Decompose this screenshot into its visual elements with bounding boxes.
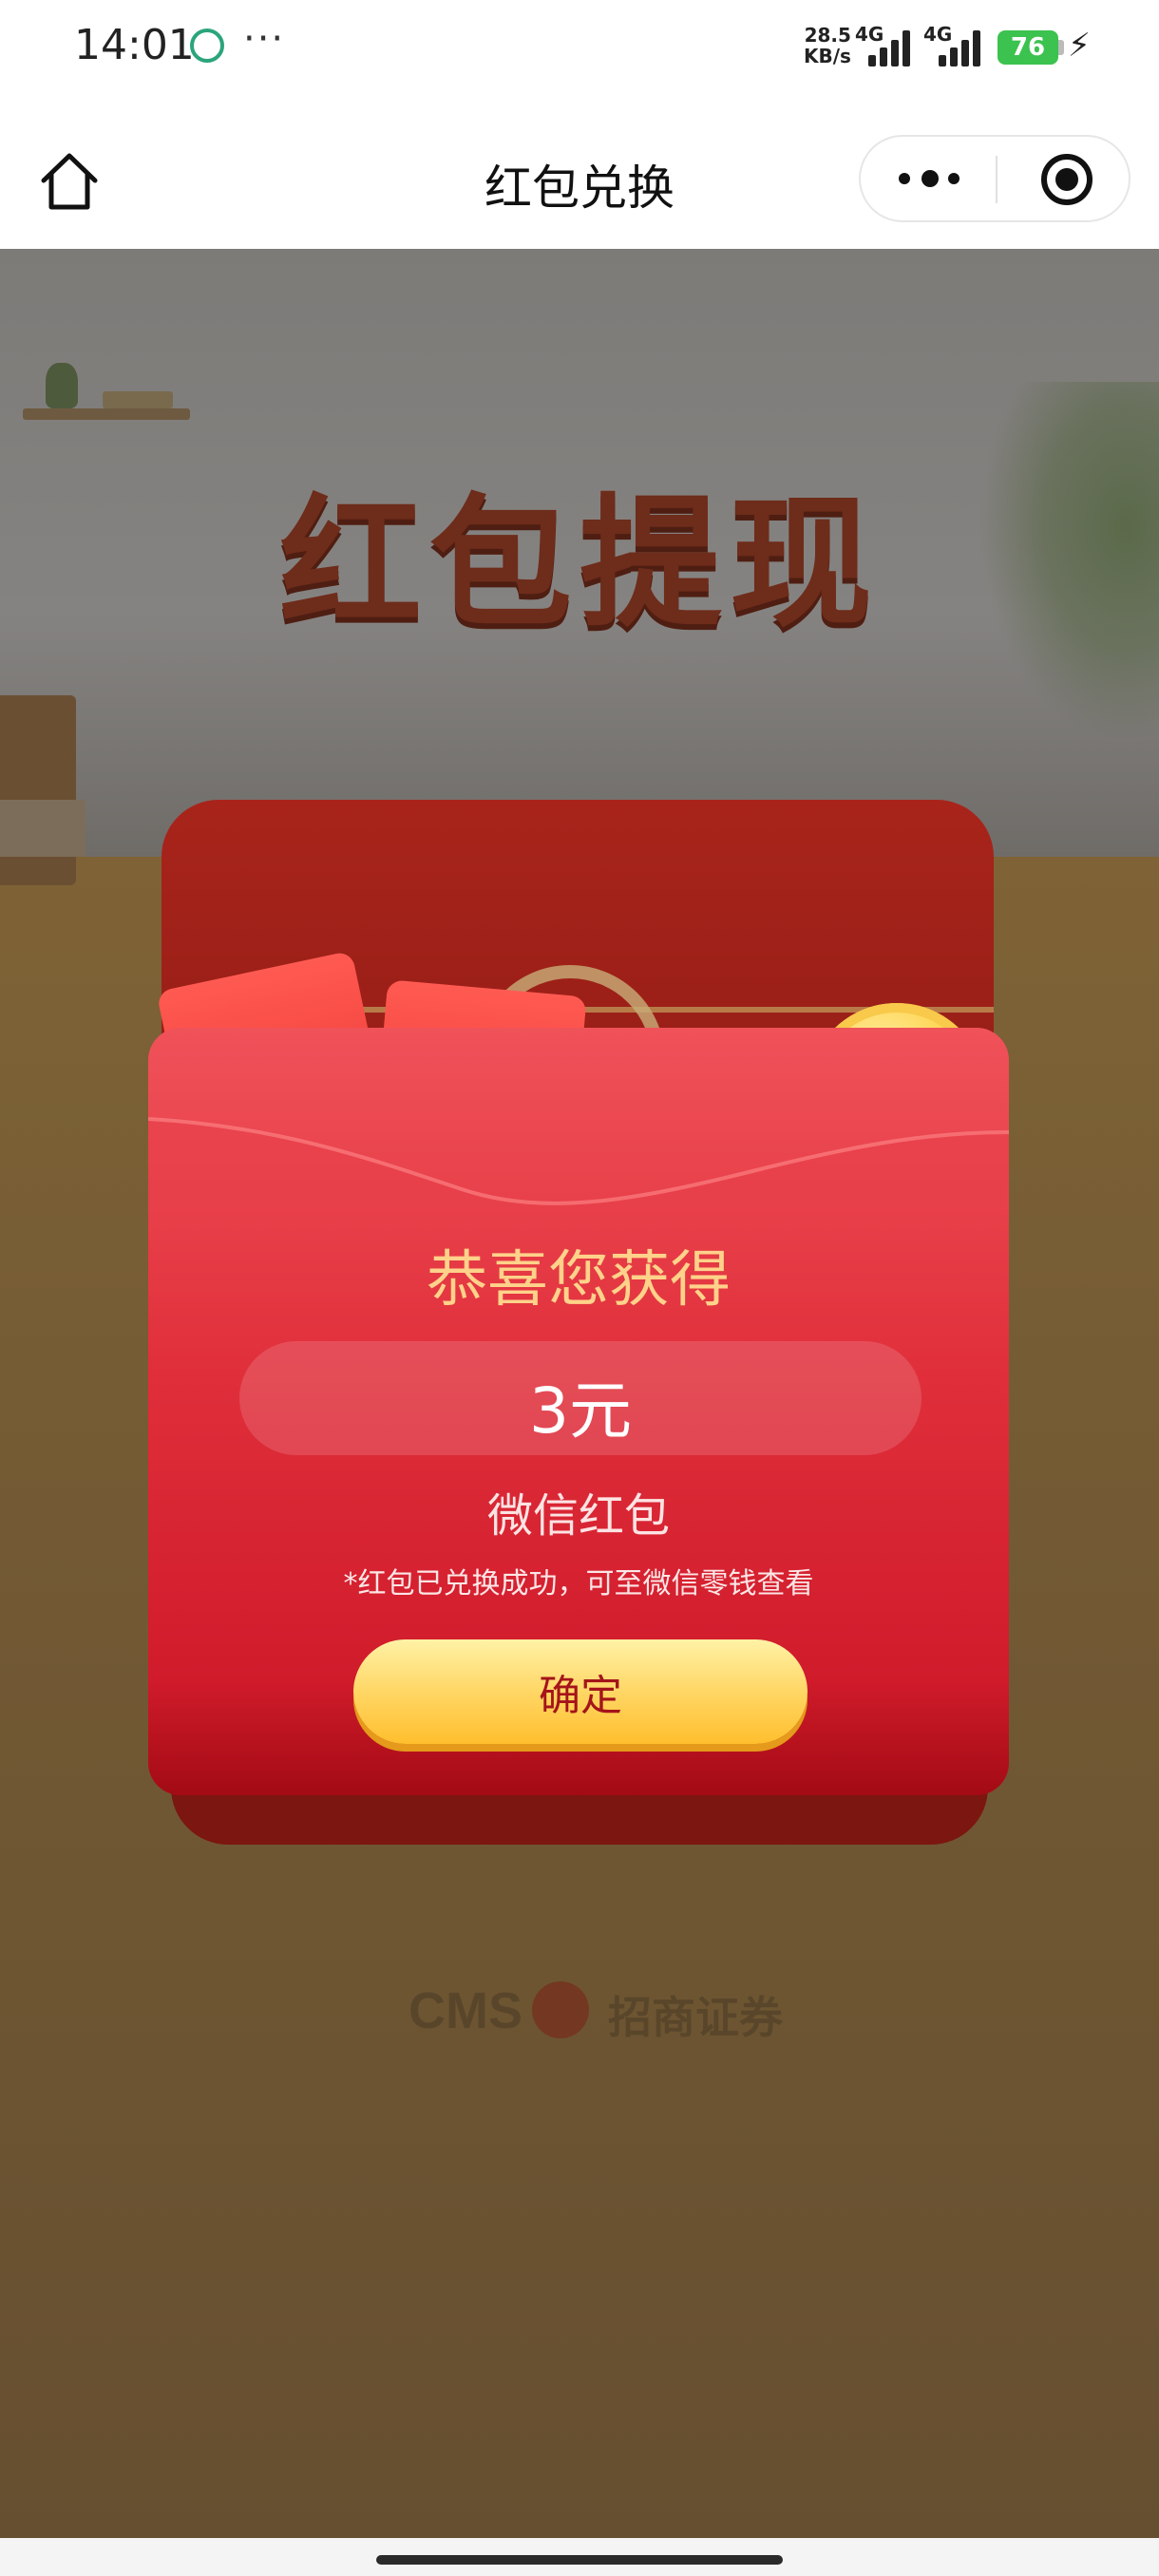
battery-icon: 76 — [998, 30, 1058, 65]
logo-chinese: 招商证券 — [608, 1992, 783, 2043]
book-icon — [103, 391, 173, 408]
congrats-text: 恭喜您获得 — [427, 1245, 731, 1316]
home-indicator[interactable] — [376, 2555, 783, 2565]
plant-icon — [46, 363, 78, 408]
wechat-sport-icon — [190, 28, 224, 63]
logo-latin: CMS — [408, 1982, 522, 2039]
nav-bar: 红包兑换 — [0, 95, 1159, 249]
mini-program-capsule — [859, 135, 1130, 222]
status-time: 14:01 — [74, 21, 195, 69]
signal-icon-2 — [939, 28, 982, 66]
reward-type: 微信红包 — [486, 1489, 670, 1543]
calendar-icon — [0, 695, 76, 885]
lightning-icon: ⚡ — [1068, 27, 1091, 65]
net-speed: 28.5 KB/s — [804, 25, 851, 66]
signal-icon-1 — [868, 28, 912, 66]
confirm-button[interactable]: 确定 — [353, 1639, 808, 1744]
status-more: ··· — [243, 17, 286, 61]
cms-logo: CMS 招商证券 — [408, 1981, 788, 2043]
cms-logo-icon — [532, 1981, 589, 2038]
hero-title: 红包提现 — [278, 482, 880, 647]
battery-tip — [1058, 40, 1064, 55]
capsule-divider — [996, 156, 998, 203]
reward-note: *红包已兑换成功，可至微信零钱查看 — [343, 1567, 814, 1601]
more-dots-icon[interactable] — [899, 160, 965, 198]
shelf — [23, 408, 190, 420]
envelope-flap — [148, 1117, 1009, 1218]
net-speed-unit: KB/s — [804, 45, 851, 67]
net-speed-value: 28.5 — [804, 24, 851, 47]
target-close-icon[interactable] — [1041, 154, 1092, 205]
reward-amount: 3元 — [529, 1374, 632, 1448]
books-stack-icon — [0, 800, 86, 857]
status-bar: 14:01 ··· 28.5 KB/s 4G 4G 76 ⚡ — [0, 0, 1159, 95]
